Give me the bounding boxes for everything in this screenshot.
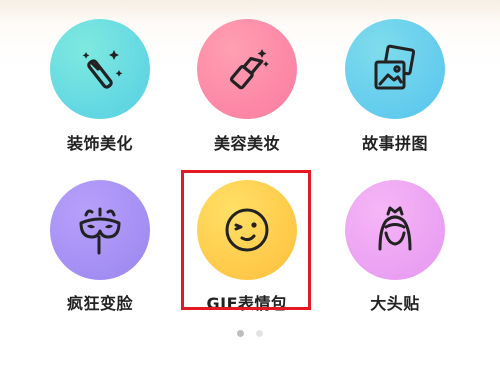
highlight-box [181,170,311,310]
lipstick-icon [229,49,269,90]
photo-collage-icon [374,44,416,90]
magic-wand-icon [82,50,123,89]
princess-avatar-icon [378,206,412,251]
story-collage-label[interactable]: 故事拼图 [325,130,465,154]
decorate-circle[interactable] [50,19,150,119]
page-indicator [0,322,500,341]
page-dot-active [237,330,245,337]
page-dot-inactive [255,330,263,337]
story-collage-circle[interactable] [345,19,445,119]
crazy-face-label[interactable]: 疯狂变脸 [30,290,170,314]
photo-booth-circle[interactable] [345,180,445,280]
masquerade-mask-icon [79,207,121,255]
photo-booth-label[interactable]: 大头贴 [325,290,465,314]
crazy-face-circle[interactable] [50,180,150,280]
makeup-label[interactable]: 美容美妆 [177,130,317,154]
decorate-label[interactable]: 装饰美化 [30,130,170,154]
makeup-circle[interactable] [197,19,297,119]
